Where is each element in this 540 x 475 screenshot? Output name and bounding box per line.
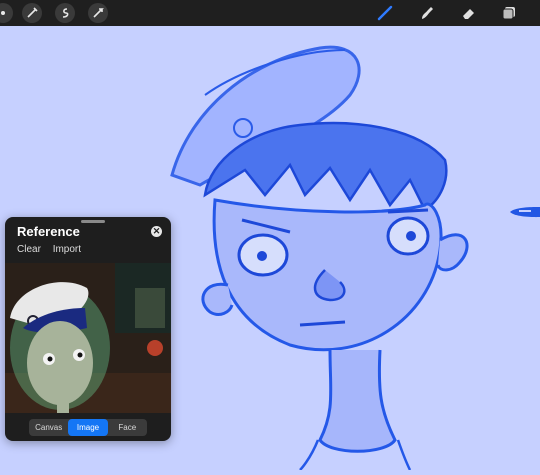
brush-size-slider[interactable] — [506, 205, 540, 219]
panel-actions: Clear Import — [17, 244, 90, 255]
panel-title: Reference — [17, 224, 80, 239]
import-button[interactable]: Import — [53, 244, 81, 255]
mode-image[interactable]: Image — [68, 419, 108, 436]
actions-icon[interactable] — [88, 3, 108, 23]
adjustments-icon[interactable] — [0, 3, 13, 23]
layers-icon[interactable] — [500, 4, 518, 22]
reference-image[interactable] — [5, 263, 171, 413]
eraser-icon[interactable] — [460, 4, 478, 22]
mode-face[interactable]: Face — [108, 419, 147, 436]
drag-handle[interactable] — [81, 220, 105, 223]
transform-icon[interactable] — [55, 3, 75, 23]
top-toolbar — [0, 0, 540, 26]
reference-mode-segmented-control: Canvas Image Face — [29, 419, 147, 436]
close-icon[interactable]: ✕ — [151, 226, 162, 237]
brush-icon[interactable] — [376, 4, 394, 22]
mode-canvas[interactable]: Canvas — [29, 419, 68, 436]
smudge-icon[interactable] — [418, 4, 436, 22]
reference-panel: Reference ✕ Clear Import Canvas Image Fa… — [5, 217, 171, 441]
selection-icon[interactable] — [22, 3, 42, 23]
clear-button[interactable]: Clear — [17, 244, 41, 255]
